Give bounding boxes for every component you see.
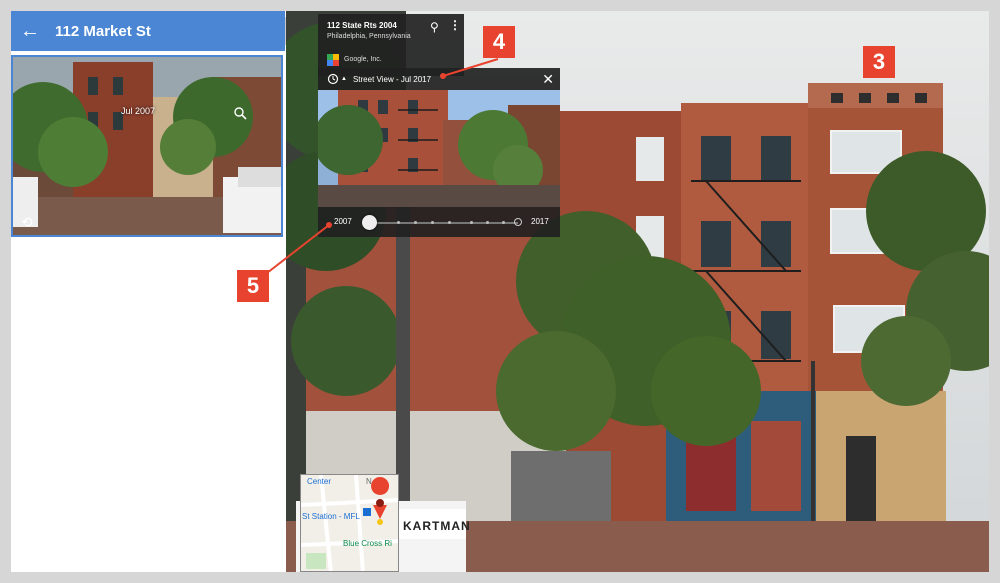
minimap-label-bluecross: Blue Cross Ri [343, 539, 392, 548]
callout-5: 5 [237, 270, 269, 302]
minimap[interactable]: Center St Station - MFL Blue Cross Ri N [300, 474, 399, 572]
minimap-label-n: N [366, 477, 372, 486]
callout-3: 3 [863, 46, 895, 78]
callout-4: 4 [483, 26, 515, 58]
minimap-label-center: Center [307, 477, 332, 486]
app-frame: ← 112 Market St ⟲ KARTMAN 112 State Rts … [11, 11, 989, 572]
callout-lines [266, 58, 499, 274]
minimap-label-station: St Station - MFL [302, 512, 360, 521]
